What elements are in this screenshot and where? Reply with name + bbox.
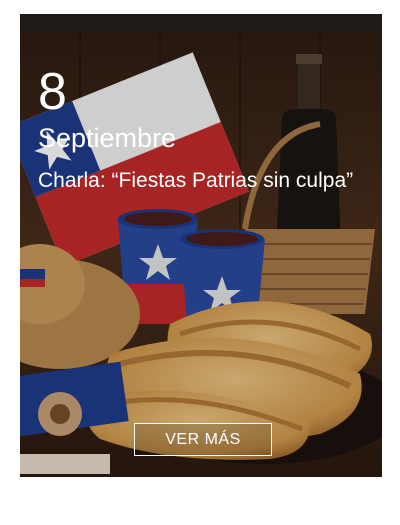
top-bar xyxy=(20,14,382,31)
background-photo xyxy=(20,14,382,477)
see-more-button[interactable]: VER MÁS xyxy=(134,423,272,456)
event-card: 8 Septiembre Charla: “Fiestas Patrias si… xyxy=(20,14,382,477)
event-month: Septiembre xyxy=(38,123,177,153)
event-title: Charla: “Fiestas Patrias sin culpa” xyxy=(38,169,354,192)
event-day: 8 xyxy=(38,63,67,121)
